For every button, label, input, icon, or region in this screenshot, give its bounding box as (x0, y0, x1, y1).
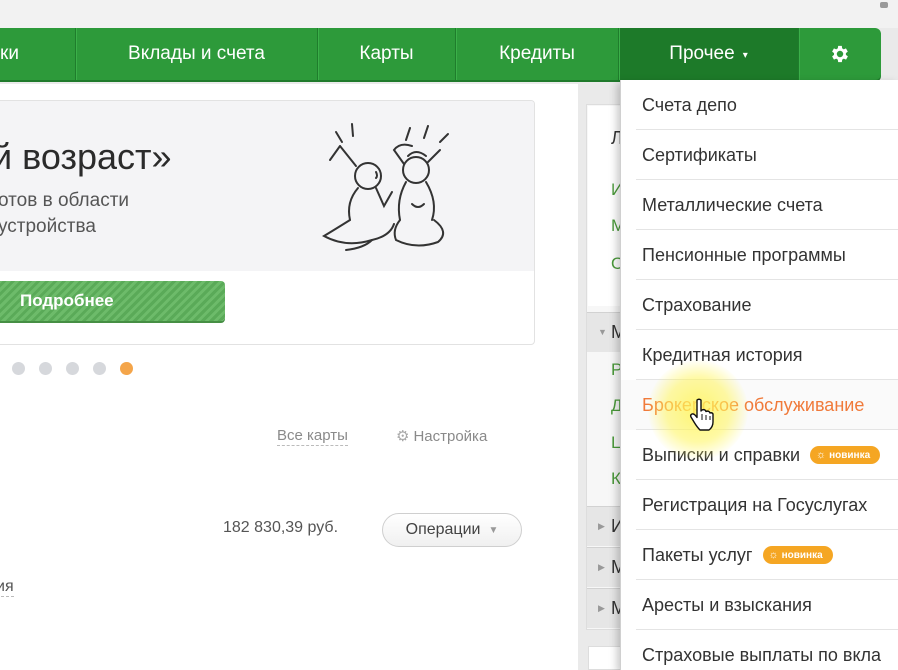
menu-item-label: Аресты и взыскания (642, 594, 812, 615)
sun-icon: ☼ (816, 449, 827, 461)
banner-text: отов в области (0, 190, 130, 211)
elderly-couple-illustration (321, 123, 449, 251)
sidebar-bottom-box (588, 646, 624, 670)
chevron-right-icon: ▶ (598, 603, 605, 613)
menu-item-credit-history[interactable]: Кредитная история (621, 330, 898, 380)
gear-icon (832, 45, 848, 63)
more-details-label: Подробнее (20, 291, 114, 310)
menu-item-label: Страховые выплаты по вкла (642, 644, 882, 665)
menu-item-label: Кредитная история (642, 344, 803, 365)
carousel-dot[interactable] (66, 362, 79, 375)
operations-label: Операции (405, 521, 481, 538)
chevron-right-icon: ▶ (598, 521, 605, 531)
card-settings-label: Настройка (413, 428, 488, 445)
new-badge-label: новинка (781, 549, 823, 561)
more-details-button[interactable]: Подробнее (0, 281, 225, 321)
banner-title: й возраст» (0, 136, 172, 177)
chevron-down-icon: ▼ (488, 524, 499, 536)
carousel-dot[interactable] (39, 362, 52, 375)
menu-item-arrests[interactable]: Аресты и взыскания (621, 580, 898, 630)
nav-item-label: ки (0, 43, 19, 64)
all-cards-link[interactable]: Все карты (277, 427, 348, 446)
chevron-down-icon: ▾ (742, 49, 748, 61)
banner-text: устройства (0, 216, 96, 237)
menu-item-pension-programs[interactable]: Пенсионные программы (621, 230, 898, 280)
menu-item-insurance[interactable]: Страхование (621, 280, 898, 330)
settings-button[interactable] (799, 28, 881, 80)
new-badge: ☼ новинка (810, 446, 881, 464)
chevron-right-icon: ▶ (598, 562, 605, 572)
nav-item-deposits[interactable]: Вклады и счета (76, 28, 318, 80)
new-badge-label: новинка (829, 449, 871, 461)
menu-item-gosuslugi[interactable]: Регистрация на Госуслугах (621, 480, 898, 530)
nav-item-cards[interactable]: Карты (318, 28, 456, 80)
menu-item-service-packages[interactable]: Пакеты услуг ☼ новинка (621, 530, 898, 580)
nav-item-cards-partial[interactable]: ки (0, 28, 76, 80)
menu-item-label: Пенсионные программы (642, 244, 846, 265)
carousel-dots (12, 362, 133, 375)
operations-button[interactable]: Операции ▼ (382, 513, 522, 547)
nav-item-credits[interactable]: Кредиты (456, 28, 619, 80)
account-balance: 182 830,39 руб. (223, 519, 339, 536)
carousel-dot-active[interactable] (120, 362, 133, 375)
gear-icon: ⚙ (396, 428, 410, 445)
card-settings-link[interactable]: ⚙ Настройка (396, 427, 487, 445)
menu-item-depo-accounts[interactable]: Счета депо (621, 80, 898, 130)
nav-item-other[interactable]: Прочее ▾ (619, 28, 799, 80)
top-indicator (880, 2, 888, 8)
menu-item-certificates[interactable]: Сертификаты (621, 130, 898, 180)
nav-item-label: Кредиты (499, 43, 575, 64)
carousel-dot[interactable] (93, 362, 106, 375)
new-badge: ☼ новинка (762, 546, 833, 564)
menu-item-label: Выписки и справки (642, 444, 800, 465)
menu-item-brokerage[interactable]: Брокерское обслуживание (621, 380, 898, 430)
nav-item-label: Прочее (669, 43, 735, 64)
sun-icon: ☼ (768, 549, 779, 561)
nav-item-label: Карты (359, 43, 414, 64)
menu-item-statements[interactable]: Выписки и справки ☼ новинка (621, 430, 898, 480)
browser-top-strip (0, 0, 898, 28)
main-nav: ки Вклады и счета Карты Кредиты Прочее ▾ (0, 28, 881, 80)
menu-item-label: Сертификаты (642, 144, 757, 165)
menu-item-label: Брокерское обслуживание (642, 394, 865, 415)
chevron-down-icon: ▼ (598, 327, 607, 337)
carousel-dot[interactable] (12, 362, 25, 375)
menu-item-label: Счета депо (642, 94, 737, 115)
menu-item-label: Страхование (642, 294, 752, 315)
menu-item-insurance-payments[interactable]: Страховые выплаты по вкла (621, 630, 898, 670)
menu-item-label: Регистрация на Госуслугах (642, 494, 868, 515)
nav-item-label: Вклады и счета (128, 43, 265, 64)
menu-item-metal-accounts[interactable]: Металлические счета (621, 180, 898, 230)
menu-item-label: Пакеты услуг (642, 544, 753, 565)
menu-item-label: Металлические счета (642, 194, 823, 215)
partial-link-text[interactable]: ия (0, 578, 14, 597)
other-dropdown-menu: Счета депо Сертификаты Металлические сче… (620, 80, 898, 670)
